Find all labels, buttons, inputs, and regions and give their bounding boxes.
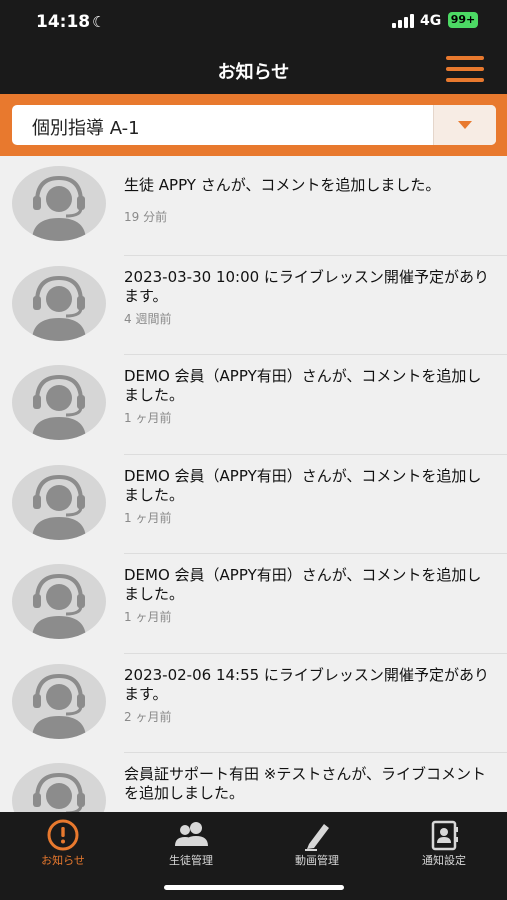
tab-label: 動画管理	[295, 854, 339, 867]
tab-notification-settings[interactable]: 通知設定	[381, 812, 507, 872]
dropdown-arrow-button[interactable]	[433, 105, 496, 145]
list-item[interactable]: DEMO 会員（APPY有田）さんが、コメントを追加しました。 1 ヶ月前	[0, 355, 507, 455]
list-item[interactable]: 生徒 APPY さんが、コメントを追加しました。 19 分前	[0, 156, 507, 256]
avatar	[12, 365, 106, 440]
notification-text: 会員証サポート有田 ※テストさんが、ライブコメントを追加しました。	[124, 765, 487, 802]
headset-user-icon	[32, 275, 86, 341]
battery-icon: 99+	[448, 12, 478, 28]
alert-circle-icon	[47, 819, 79, 851]
avatar	[12, 663, 106, 739]
list-item[interactable]: 2023-03-30 10:00 にライブレッスン開催予定があります。 4 週間…	[0, 256, 507, 356]
course-select[interactable]: 個別指導 A-1	[12, 105, 496, 145]
notification-text: DEMO 会員（APPY有田）さんが、コメントを追加しました。	[124, 566, 482, 603]
tab-bar: お知らせ 生徒管理 動画管理 通知設定	[0, 812, 507, 900]
avatar	[12, 763, 106, 812]
notification-time: 1 ヶ月前	[124, 411, 172, 425]
nav-bar: お知らせ	[0, 44, 507, 94]
course-select-value: 個別指導 A-1	[32, 118, 140, 139]
notification-text: DEMO 会員（APPY有田）さんが、コメントを追加しました。	[124, 367, 482, 404]
list-item[interactable]: DEMO 会員（APPY有田）さんが、コメントを追加しました。 1 ヶ月前	[0, 554, 507, 654]
notification-time: 2 ヶ月前	[124, 709, 172, 724]
tab-notifications[interactable]: お知らせ	[0, 812, 126, 872]
list-item[interactable]: DEMO 会員（APPY有田）さんが、コメントを追加しました。 1 ヶ月前	[0, 455, 507, 555]
list-item[interactable]: 2023-02-06 14:55 にライブレッスン開催予定があります。 2 ヶ月…	[0, 654, 507, 754]
notification-time: 19 分前	[124, 210, 168, 224]
avatar	[12, 464, 106, 540]
notification-text: 生徒 APPY さんが、コメントを追加しました。	[124, 176, 441, 194]
course-selector-bar: 個別指導 A-1	[0, 94, 507, 156]
status-time: 14:18	[36, 12, 91, 32]
tab-videos[interactable]: 動画管理	[254, 812, 380, 872]
headset-user-icon	[32, 175, 86, 241]
headset-user-icon	[32, 673, 86, 739]
status-bar: 14:18 ☾ 4G 99+	[0, 0, 507, 44]
home-indicator	[164, 885, 344, 890]
tab-students[interactable]: 生徒管理	[128, 812, 254, 872]
notification-text: 2023-03-30 10:00 にライブレッスン開催予定があります。	[124, 267, 489, 305]
page-title: お知らせ	[217, 62, 290, 83]
avatar	[12, 564, 106, 639]
users-icon	[175, 822, 208, 846]
notification-list: 生徒 APPY さんが、コメントを追加しました。 19 分前 2023-03-3…	[0, 156, 507, 812]
caret-down-icon	[458, 121, 472, 129]
menu-button[interactable]	[446, 56, 486, 84]
avatar	[12, 265, 106, 341]
moon-icon: ☾	[92, 13, 106, 31]
list-item[interactable]: 会員証サポート有田 ※テストさんが、ライブコメントを追加しました。	[0, 753, 507, 812]
pen-icon	[305, 824, 329, 851]
tab-label: 通知設定	[422, 854, 466, 867]
headset-user-icon	[32, 374, 86, 440]
headset-user-icon	[32, 474, 86, 540]
headset-user-icon	[32, 573, 86, 639]
notification-text: DEMO 会員（APPY有田）さんが、コメントを追加しました。	[124, 466, 482, 504]
signal-icon	[392, 14, 414, 28]
headset-user-icon	[33, 772, 85, 812]
tab-label: 生徒管理	[169, 854, 213, 867]
contacts-book-icon	[431, 820, 458, 851]
network-label: 4G	[420, 13, 442, 29]
tab-label: お知らせ	[41, 854, 85, 867]
notification-time: 1 ヶ月前	[124, 610, 172, 624]
notification-time: 1 ヶ月前	[124, 510, 172, 525]
notification-text: 2023-02-06 14:55 にライブレッスン開催予定があります。	[124, 665, 489, 703]
notification-time: 4 週間前	[124, 311, 172, 326]
avatar	[12, 166, 106, 241]
